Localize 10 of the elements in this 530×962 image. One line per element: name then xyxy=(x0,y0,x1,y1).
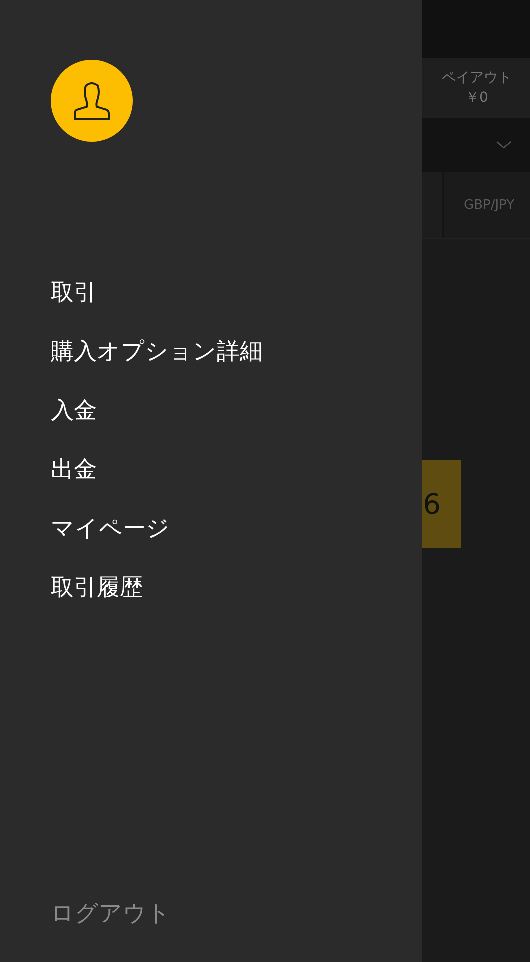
menu-item[interactable]: 取引 xyxy=(51,275,97,311)
payout-label: ペイアウト xyxy=(442,69,512,88)
menu-item[interactable]: 購入オプション詳細 xyxy=(51,334,263,370)
logout-link[interactable]: ログアウト xyxy=(51,896,171,932)
menu-item[interactable]: 出金 xyxy=(51,452,97,488)
menu-item[interactable]: 入金 xyxy=(51,393,97,429)
chevron-down-icon[interactable] xyxy=(496,141,512,149)
menu-item[interactable]: 取引履歴 xyxy=(51,570,143,606)
payout-value: ￥0 xyxy=(466,89,488,108)
menu-item[interactable]: マイページ xyxy=(51,511,170,547)
